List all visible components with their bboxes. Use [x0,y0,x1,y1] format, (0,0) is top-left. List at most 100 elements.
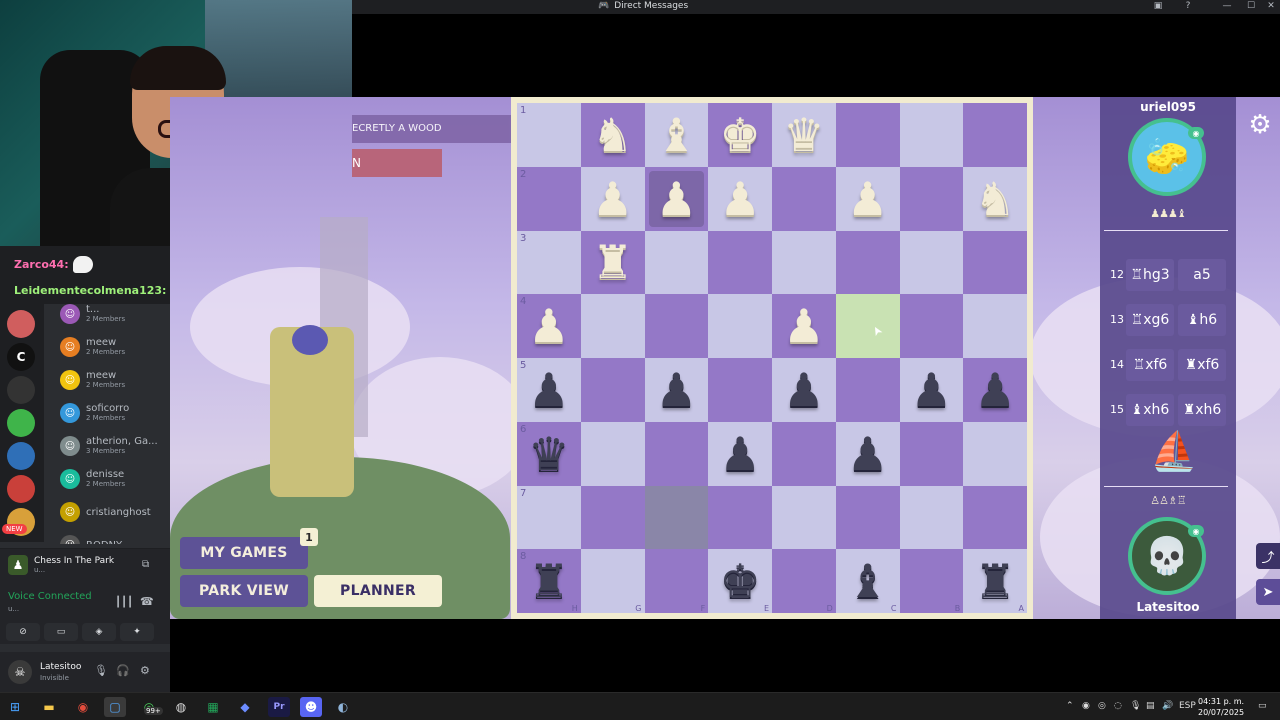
board-square[interactable]: ♛ [772,103,836,167]
black-pawn-piece[interactable]: ♟ [911,367,952,413]
board-square[interactable]: ♟ [772,294,836,358]
white-move[interactable]: ♖xg6 [1126,304,1174,336]
board-square[interactable] [772,230,836,295]
windows-start-icon[interactable]: ⊞ [4,697,26,717]
activity-card[interactable]: ♟ Chess In The Park u... [8,555,114,575]
board-square[interactable]: ♟ [580,166,645,231]
app-green-icon[interactable]: ▦ [202,697,224,717]
board-square[interactable] [963,103,1027,167]
discord-taskbar-icon[interactable]: ☻ [300,697,322,717]
obs-icon[interactable]: ◍ [170,697,192,717]
move-row[interactable]: 12 ♖hg3 a5 [1100,257,1236,293]
board-square[interactable]: 5 ♟ [517,358,581,422]
black-rook-piece[interactable]: ♜ [975,558,1016,604]
board-square[interactable] [899,485,964,550]
dm-item[interactable]: ☺ meew 2 Members [60,370,170,390]
board-square[interactable] [963,485,1027,550]
tray-app-icon[interactable]: ◎ [1098,701,1106,711]
black-pawn-piece[interactable]: ♟ [783,367,824,413]
board-square[interactable]: 6 ♛ [517,421,581,486]
disconnect-icon[interactable]: ☎ [140,595,154,608]
board-square[interactable] [899,421,964,486]
white-pawn-piece[interactable]: ♟ [847,176,888,222]
black-bishop-piece[interactable]: ♝ [847,558,888,604]
voice-channel-label[interactable]: u... [8,605,19,613]
send-icon[interactable]: ➤ [1256,579,1280,605]
server-icon[interactable] [7,442,35,470]
white-king-piece[interactable]: ♚ [720,112,761,158]
board-square[interactable]: 2 [517,166,581,231]
dm-item[interactable]: ☺ RODNY... [60,535,170,544]
settings-gear-icon[interactable]: ⚙ [1244,109,1276,141]
close-button[interactable]: ✕ [1258,0,1280,14]
white-rook-piece[interactable]: ♜ [592,239,633,285]
board-square[interactable] [708,230,772,295]
black-move[interactable]: ♜xf6 [1178,349,1226,381]
board-square[interactable]: F [644,549,709,613]
tray-mic-icon[interactable]: 🎙 [1130,701,1141,711]
white-knight-piece[interactable]: ♞ [592,112,633,158]
board-square[interactable] [580,294,645,358]
white-pawn-piece[interactable]: ♟ [720,176,761,222]
file-explorer-icon[interactable]: ▬ [38,697,60,717]
board-square[interactable]: ♟ [835,166,900,231]
board-square[interactable] [580,358,645,422]
board-square[interactable] [644,230,709,295]
white-move[interactable]: ♖xf6 [1126,349,1174,381]
board-square[interactable]: ➤ [835,294,900,358]
soundboard-icon[interactable]: ✦ [120,623,154,641]
board-square[interactable]: A ♜ [963,549,1027,613]
dm-item[interactable]: ☺ meew 2 Members [60,337,170,357]
board-square[interactable]: ♚ [708,103,772,167]
board-square[interactable] [899,230,964,295]
server-icon[interactable]: C [7,343,35,371]
volume-icon[interactable]: 🔊 [1162,701,1173,711]
share-icon[interactable]: ⤴ [1256,543,1280,569]
board-square[interactable] [899,166,964,231]
premiere-icon[interactable]: Pr [268,697,290,717]
white-pawn-piece[interactable]: ♟ [783,303,824,349]
tray-chevron-icon[interactable]: ⌃ [1066,701,1074,711]
activity-icon[interactable]: ◈ [82,623,116,641]
board-square[interactable] [708,358,772,422]
avatar[interactable]: ☠ [8,660,32,684]
board-square[interactable] [835,485,900,550]
board-square[interactable]: ♜ [580,230,645,295]
app-purple-icon[interactable]: ◆ [234,697,256,717]
black-queen-piece[interactable]: ♛ [528,431,569,477]
server-icon[interactable] [7,409,35,437]
black-move[interactable]: a5 [1178,259,1226,291]
board-square[interactable]: G [580,549,645,613]
white-move[interactable]: ♖hg3 [1126,259,1174,291]
black-move[interactable]: ♝h6 [1178,304,1226,336]
board-square[interactable]: C ♝ [835,549,900,613]
black-pawn-piece[interactable]: ♟ [720,431,761,477]
black-move[interactable]: ♜xh6 [1178,394,1226,426]
board-square[interactable]: ♟ [708,166,772,231]
headphones-icon[interactable]: 🎧 [116,664,130,677]
move-row[interactable]: 15 ♝xh6 ♜xh6 [1100,392,1236,428]
notifications-icon[interactable]: ▭ [1258,701,1267,711]
server-icon[interactable] [7,376,35,404]
move-row[interactable]: 14 ♖xf6 ♜xf6 [1100,347,1236,383]
dm-item[interactable]: ☺ denisse 2 Members [60,469,170,489]
chrome-icon[interactable]: ◉ [72,697,94,717]
black-rook-piece[interactable]: ♜ [528,558,569,604]
board-square[interactable] [708,294,772,358]
black-king-piece[interactable]: ♚ [720,558,761,604]
board-square[interactable]: 3 [517,230,581,295]
board-square[interactable] [899,294,964,358]
dm-item[interactable]: ☺ cristianghost [60,502,170,522]
board-square[interactable] [835,358,900,422]
board-square[interactable]: ♞ [580,103,645,167]
white-queen-piece[interactable]: ♛ [783,112,824,158]
camera-off-icon[interactable]: ⊘ [6,623,40,641]
board-square[interactable]: ♟ [772,358,836,422]
black-pawn-piece[interactable]: ♟ [656,367,697,413]
board-square[interactable]: ♝ [644,103,709,167]
board-square[interactable] [963,294,1027,358]
activity-options-icon[interactable]: ⧉ [142,559,149,570]
board-square[interactable]: D [772,549,836,613]
black-pawn-piece[interactable]: ♟ [975,367,1016,413]
white-bishop-piece[interactable]: ♝ [656,112,697,158]
